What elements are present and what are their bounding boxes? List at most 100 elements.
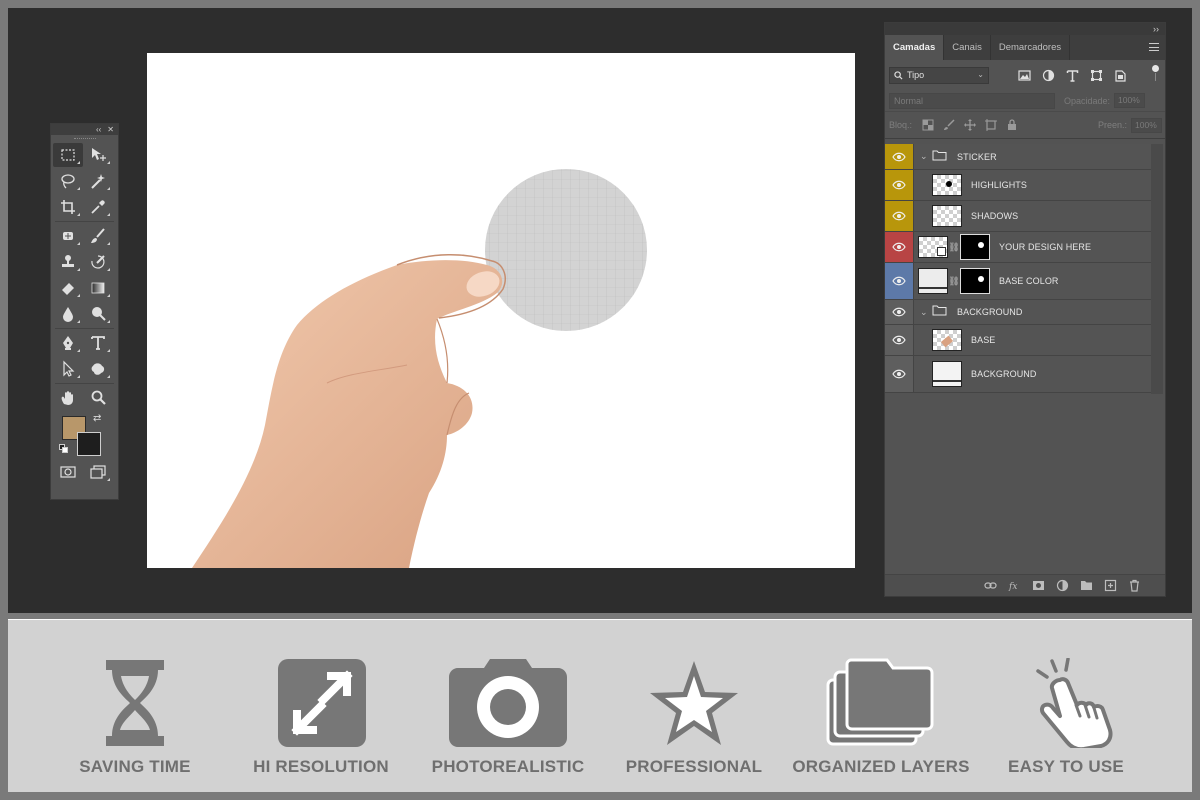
layers-panel-footer: fx bbox=[885, 574, 1165, 596]
close-panel-button[interactable]: ✕ bbox=[107, 124, 114, 135]
opacity-input[interactable]: 100% bbox=[1114, 93, 1146, 108]
document-canvas[interactable] bbox=[147, 53, 855, 568]
chevron-down-icon[interactable]: ⌄ bbox=[920, 151, 928, 162]
healing-brush-tool[interactable] bbox=[53, 224, 83, 248]
background-color-swatch[interactable] bbox=[77, 432, 101, 456]
visibility-toggle[interactable] bbox=[885, 300, 914, 324]
eraser-tool[interactable] bbox=[53, 276, 83, 300]
lasso-tool[interactable] bbox=[53, 169, 83, 193]
blend-mode-select[interactable]: Normal bbox=[889, 92, 1055, 109]
folder-icon bbox=[932, 150, 947, 160]
layer-thumbnail bbox=[932, 174, 962, 196]
tab-camadas[interactable]: Camadas bbox=[885, 35, 945, 60]
quick-mask-button[interactable] bbox=[53, 460, 83, 484]
gradient-tool[interactable] bbox=[83, 276, 113, 300]
layers-scrollbar[interactable] bbox=[1151, 144, 1163, 394]
shape-layer-filter-icon[interactable] bbox=[1090, 69, 1103, 82]
smart-object-filter-icon[interactable] bbox=[1114, 69, 1127, 82]
layer-name: STICKER bbox=[957, 151, 997, 162]
blur-tool[interactable] bbox=[53, 302, 83, 326]
layer-background[interactable]: BACKGROUND bbox=[885, 356, 1151, 393]
shape-tool[interactable] bbox=[83, 357, 113, 381]
layer-effects-icon[interactable]: fx bbox=[1008, 579, 1021, 592]
panel-grip[interactable] bbox=[51, 135, 118, 142]
lock-position-icon[interactable] bbox=[964, 119, 977, 131]
adjustment-layer-icon[interactable] bbox=[1056, 579, 1069, 592]
default-colors-icon[interactable] bbox=[59, 444, 68, 453]
panel-menu-icon[interactable] bbox=[1149, 43, 1159, 51]
clone-stamp-tool[interactable] bbox=[53, 250, 83, 274]
new-layer-icon[interactable] bbox=[1104, 579, 1117, 592]
layer-your-design-here[interactable]: ⛓ YOUR DESIGN HERE bbox=[885, 232, 1151, 263]
visibility-toggle[interactable] bbox=[885, 170, 914, 200]
path-selection-tool[interactable] bbox=[53, 357, 83, 381]
visibility-toggle[interactable] bbox=[885, 356, 914, 392]
layer-mask-thumbnail[interactable] bbox=[960, 234, 990, 260]
eyedropper-icon bbox=[91, 200, 105, 214]
tab-demarcadores[interactable]: Demarcadores bbox=[991, 35, 1071, 60]
marquee-tool[interactable] bbox=[53, 143, 83, 167]
layer-base-color[interactable]: ⛓ BASE COLOR bbox=[885, 263, 1151, 300]
filter-kind-select[interactable]: Tipo ⌄ bbox=[889, 66, 989, 84]
zoom-tool[interactable] bbox=[83, 386, 113, 410]
layer-shadows[interactable]: SHADOWS bbox=[885, 201, 1151, 232]
type-tool[interactable] bbox=[83, 331, 113, 355]
visibility-toggle[interactable] bbox=[885, 232, 914, 262]
panel-expand-button[interactable]: ›› bbox=[885, 23, 1165, 35]
eyedropper-tool[interactable] bbox=[83, 195, 113, 219]
feature-hi-resolution: HI RESOLUTION bbox=[231, 620, 411, 793]
lock-transparency-icon[interactable] bbox=[922, 119, 934, 131]
visibility-toggle[interactable] bbox=[885, 263, 914, 299]
link-icon[interactable]: ⛓ bbox=[948, 276, 960, 287]
stacked-folders-icon bbox=[826, 658, 934, 746]
feature-label: HI RESOLUTION bbox=[253, 757, 389, 776]
lock-pixels-icon[interactable] bbox=[943, 119, 955, 131]
layer-group-background[interactable]: ⌄ BACKGROUND bbox=[885, 300, 1151, 325]
magic-wand-tool[interactable] bbox=[83, 169, 113, 193]
new-group-icon[interactable] bbox=[1080, 579, 1093, 592]
history-brush-icon bbox=[91, 255, 105, 269]
type-layer-filter-icon[interactable] bbox=[1066, 69, 1079, 82]
swap-colors-icon[interactable]: ⇄ bbox=[93, 413, 101, 424]
crop-tool[interactable] bbox=[53, 195, 83, 219]
hand-tool[interactable] bbox=[53, 386, 83, 410]
brush-tool[interactable] bbox=[83, 224, 113, 248]
shape-icon bbox=[91, 363, 105, 375]
link-layers-icon[interactable] bbox=[984, 579, 997, 592]
lock-all-icon[interactable] bbox=[1006, 119, 1018, 131]
history-brush-tool[interactable] bbox=[83, 250, 113, 274]
tab-canais[interactable]: Canais bbox=[944, 35, 991, 60]
delete-layer-icon[interactable] bbox=[1128, 579, 1141, 592]
opacity-label: Opacidade: bbox=[1064, 95, 1111, 106]
layer-name: BACKGROUND bbox=[957, 307, 1023, 317]
layer-group-sticker[interactable]: ⌄ STICKER bbox=[885, 144, 1151, 170]
screen-mode-button[interactable] bbox=[83, 460, 113, 484]
eraser-icon bbox=[62, 283, 74, 295]
layer-base[interactable]: BASE bbox=[885, 325, 1151, 356]
chevron-down-icon[interactable]: ⌄ bbox=[920, 307, 928, 318]
layer-highlights[interactable]: HIGHLIGHTS bbox=[885, 170, 1151, 201]
feature-saving-time: SAVING TIME bbox=[45, 620, 225, 793]
move-tool[interactable] bbox=[83, 143, 113, 167]
layer-mask-thumbnail[interactable] bbox=[960, 268, 990, 294]
fill-input[interactable]: 100% bbox=[1131, 117, 1163, 133]
link-icon[interactable]: ⛓ bbox=[948, 242, 960, 253]
healing-brush-icon bbox=[63, 232, 73, 240]
lock-artboard-icon[interactable] bbox=[985, 119, 998, 131]
visibility-toggle[interactable] bbox=[885, 201, 914, 231]
add-mask-icon[interactable] bbox=[1032, 579, 1045, 592]
visibility-toggle[interactable] bbox=[885, 325, 914, 355]
camera-icon bbox=[449, 659, 567, 747]
dodge-tool[interactable] bbox=[83, 302, 113, 326]
filter-toggle-icon[interactable] bbox=[1152, 65, 1159, 72]
marquee-icon bbox=[61, 149, 75, 161]
feature-label: EASY TO USE bbox=[1008, 757, 1124, 776]
pen-tool[interactable] bbox=[53, 331, 83, 355]
collapse-panel-button[interactable]: ‹‹ bbox=[96, 124, 101, 135]
pixel-layer-filter-icon[interactable] bbox=[1018, 69, 1031, 82]
adjustment-layer-filter-icon[interactable] bbox=[1042, 69, 1055, 82]
star-icon bbox=[650, 661, 738, 745]
eye-icon bbox=[892, 307, 906, 317]
visibility-toggle[interactable] bbox=[885, 144, 914, 169]
eye-icon bbox=[892, 211, 906, 221]
